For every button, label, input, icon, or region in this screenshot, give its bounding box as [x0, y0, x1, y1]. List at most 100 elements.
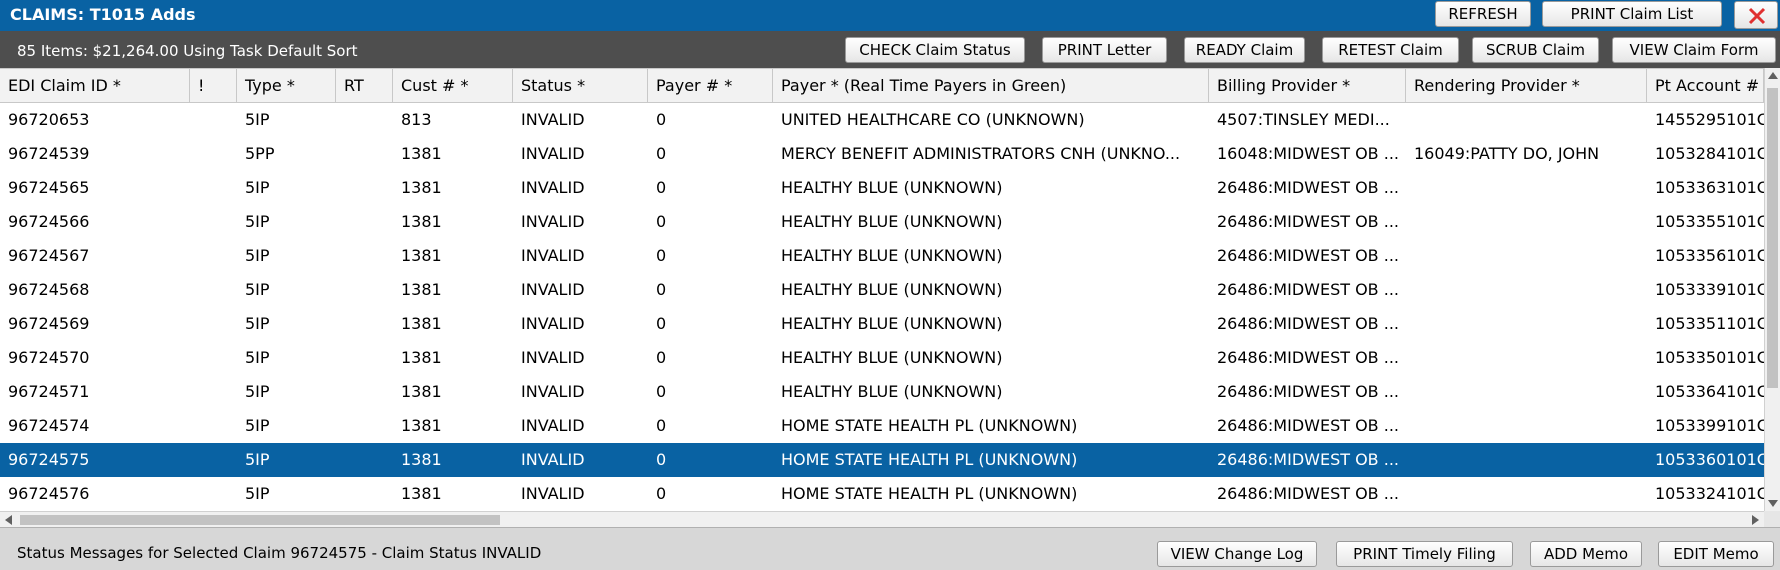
- column-header-cust-number[interactable]: Cust # *: [393, 69, 513, 102]
- cell-rt: [336, 341, 393, 375]
- cell-flag: [190, 443, 237, 477]
- cell-billing-provider: 26486:MIDWEST OB ...: [1217, 280, 1399, 299]
- close-button[interactable]: [1734, 1, 1778, 29]
- cell-rendering-provider: [1406, 477, 1647, 511]
- cell-payer: HEALTHY BLUE (UNKNOWN): [781, 212, 1003, 231]
- cell-payer-number: 0: [656, 348, 667, 367]
- add-memo-button[interactable]: ADD Memo: [1530, 541, 1642, 567]
- table-row-selected[interactable]: 96724575 5IP 1381 INVALID 0 HOME STATE HEALTH…: [0, 443, 1764, 477]
- cell-flag: [190, 341, 237, 375]
- cell-edi-claim-id: 96724570: [8, 348, 90, 367]
- cell-pt-account: 1053350101C: [1655, 348, 1764, 367]
- table-row[interactable]: 96724576 5IP 1381 INVALID 0 HOME STATE HEALTH…: [0, 477, 1764, 511]
- table-row[interactable]: 96724565 5IP 1381 INVALID 0 HEALTHY BLUE (UNK…: [0, 171, 1764, 205]
- status-message: Status Messages for Selected Claim 96724…: [17, 544, 542, 562]
- cell-pt-account: 1053351101C: [1655, 314, 1764, 333]
- table-row[interactable]: 96724569 5IP 1381 INVALID 0 HEALTHY BLUE (UNK…: [0, 307, 1764, 341]
- scroll-right-icon[interactable]: [1752, 515, 1759, 525]
- column-header-billing-provider[interactable]: Billing Provider *: [1209, 69, 1406, 102]
- cell-billing-provider: 26486:MIDWEST OB ...: [1217, 246, 1399, 265]
- column-header-status[interactable]: Status *: [513, 69, 648, 102]
- cell-pt-account: 1053284101C: [1655, 144, 1764, 163]
- cell-rendering-provider: [1406, 239, 1647, 273]
- cell-type: 5IP: [245, 280, 270, 299]
- cell-flag: [190, 409, 237, 443]
- table-row[interactable]: 96724570 5IP 1381 INVALID 0 HEALTHY BLUE (UNK…: [0, 341, 1764, 375]
- table-row[interactable]: 96720653 5IP 813 INVALID 0 UNITED HEALTHCARE …: [0, 103, 1764, 137]
- table-row[interactable]: 96724539 5PP 1381 INVALID 0 MERCY BENEFIT ADM…: [0, 137, 1764, 171]
- cell-cust-number: 1381: [401, 382, 442, 401]
- cell-payer: HEALTHY BLUE (UNKNOWN): [781, 382, 1003, 401]
- cell-payer: HEALTHY BLUE (UNKNOWN): [781, 178, 1003, 197]
- cell-payer-number: 0: [656, 110, 667, 129]
- cell-type: 5IP: [245, 178, 270, 197]
- table-row[interactable]: 96724566 5IP 1381 INVALID 0 HEALTHY BLUE (UNK…: [0, 205, 1764, 239]
- column-header-rendering-provider[interactable]: Rendering Provider *: [1406, 69, 1647, 102]
- column-header-rt[interactable]: RT: [336, 69, 393, 102]
- cell-rt: [336, 273, 393, 307]
- column-header-pt-account[interactable]: Pt Account #: [1647, 69, 1764, 102]
- cell-pt-account: 1053364101C: [1655, 382, 1764, 401]
- column-header-edi-claim-id[interactable]: EDI Claim ID *: [0, 69, 190, 102]
- cell-payer-number: 0: [656, 314, 667, 333]
- scrub-claim-button[interactable]: SCRUB Claim: [1472, 37, 1599, 63]
- cell-status: INVALID: [521, 110, 585, 129]
- cell-billing-provider: 26486:MIDWEST OB ...: [1217, 416, 1399, 435]
- check-claim-status-button[interactable]: CHECK Claim Status: [845, 37, 1025, 63]
- cell-edi-claim-id: 96724566: [8, 212, 90, 231]
- view-claim-form-button[interactable]: VIEW Claim Form: [1612, 37, 1776, 63]
- cell-billing-provider: 26486:MIDWEST OB ...: [1217, 212, 1399, 231]
- view-change-log-button[interactable]: VIEW Change Log: [1157, 541, 1317, 567]
- cell-edi-claim-id: 96724567: [8, 246, 90, 265]
- print-letter-button[interactable]: PRINT Letter: [1042, 37, 1167, 63]
- column-header-type[interactable]: Type *: [237, 69, 336, 102]
- cell-rendering-provider: [1406, 171, 1647, 205]
- cell-rt: [336, 205, 393, 239]
- scroll-left-icon[interactable]: [5, 515, 12, 525]
- cell-edi-claim-id: 96724569: [8, 314, 90, 333]
- table-row[interactable]: 96724571 5IP 1381 INVALID 0 HEALTHY BLUE (UNK…: [0, 375, 1764, 409]
- cell-payer-number: 0: [656, 382, 667, 401]
- table-row[interactable]: 96724567 5IP 1381 INVALID 0 HEALTHY BLUE (UNK…: [0, 239, 1764, 273]
- horizontal-scroll-thumb[interactable]: [20, 515, 500, 525]
- column-header-payer-number[interactable]: Payer # *: [648, 69, 773, 102]
- scroll-down-icon[interactable]: [1768, 500, 1778, 507]
- cell-rt: [336, 171, 393, 205]
- scroll-up-icon[interactable]: [1768, 72, 1778, 79]
- cell-edi-claim-id: 96724571: [8, 382, 90, 401]
- column-header-flag[interactable]: !: [190, 69, 237, 102]
- cell-billing-provider: 26486:MIDWEST OB ...: [1217, 450, 1399, 469]
- cell-cust-number: 1381: [401, 416, 442, 435]
- cell-edi-claim-id: 96724575: [8, 450, 90, 469]
- cell-rt: [336, 103, 393, 137]
- table-row[interactable]: 96724574 5IP 1381 INVALID 0 HOME STATE HEALTH…: [0, 409, 1764, 443]
- vertical-scroll-thumb[interactable]: [1767, 88, 1778, 388]
- cell-pt-account: 1053324101C: [1655, 484, 1764, 503]
- cell-cust-number: 1381: [401, 212, 442, 231]
- print-claim-list-button[interactable]: PRINT Claim List: [1542, 1, 1722, 27]
- cell-rendering-provider: [1406, 307, 1647, 341]
- edit-memo-button[interactable]: EDIT Memo: [1658, 541, 1774, 567]
- cell-status: INVALID: [521, 178, 585, 197]
- cell-rendering-provider: [1406, 273, 1647, 307]
- column-header-payer[interactable]: Payer * (Real Time Payers in Green): [773, 69, 1209, 102]
- table-row[interactable]: 96724568 5IP 1381 INVALID 0 HEALTHY BLUE (UNK…: [0, 273, 1764, 307]
- cell-status: INVALID: [521, 280, 585, 299]
- print-timely-filing-button[interactable]: PRINT Timely Filing: [1336, 541, 1513, 567]
- ready-claim-button[interactable]: READY Claim: [1184, 37, 1305, 63]
- retest-claim-button[interactable]: RETEST Claim: [1322, 37, 1459, 63]
- horizontal-scrollbar[interactable]: [0, 511, 1764, 527]
- cell-payer-number: 0: [656, 450, 667, 469]
- refresh-button[interactable]: REFRESH: [1435, 1, 1531, 27]
- cell-payer-number: 0: [656, 178, 667, 197]
- cell-type: 5IP: [245, 110, 270, 129]
- vertical-scrollbar[interactable]: [1764, 68, 1780, 511]
- cell-rt: [336, 443, 393, 477]
- cell-pt-account: 1053399101C: [1655, 416, 1764, 435]
- cell-status: INVALID: [521, 382, 585, 401]
- cell-status: INVALID: [521, 416, 585, 435]
- cell-rendering-provider: [1406, 409, 1647, 443]
- cell-edi-claim-id: 96720653: [8, 110, 90, 129]
- cell-payer: HEALTHY BLUE (UNKNOWN): [781, 348, 1003, 367]
- cell-flag: [190, 307, 237, 341]
